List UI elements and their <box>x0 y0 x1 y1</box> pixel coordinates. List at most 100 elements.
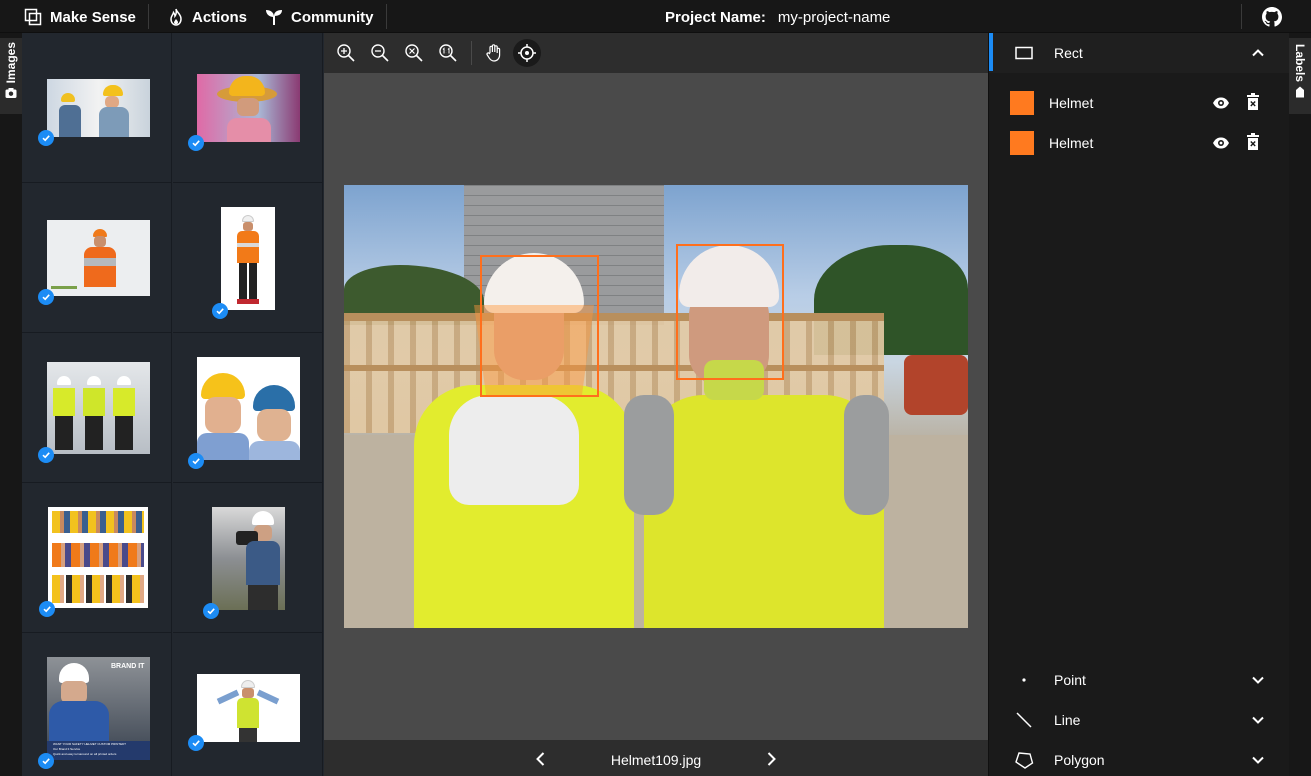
image-navigation-bar: Helmet109.jpg <box>324 740 988 776</box>
topbar-divider <box>386 4 387 29</box>
line-section-label: Line <box>1054 712 1081 728</box>
actions-menu-button[interactable]: Actions <box>168 6 247 28</box>
thumbnail-image <box>47 362 150 454</box>
polygon-section-header[interactable]: Polygon <box>989 740 1290 776</box>
zoom-in-button[interactable] <box>332 39 360 67</box>
zoom-actual-size-button[interactable] <box>434 39 462 67</box>
crosshair-tool-button[interactable] <box>513 39 541 67</box>
thumbnail-image <box>221 207 275 310</box>
zoom-fit-icon <box>405 44 423 62</box>
label-color-swatch[interactable] <box>1010 91 1034 115</box>
chevron-down-icon[interactable] <box>1251 713 1265 727</box>
toolbar-divider <box>471 41 472 65</box>
chevron-down-icon[interactable] <box>1251 673 1265 687</box>
annotation-bounding-box[interactable] <box>676 244 784 380</box>
chevron-up-icon[interactable] <box>1251 46 1265 60</box>
gallery-image-item[interactable] <box>22 333 172 483</box>
zoom-out-button[interactable] <box>366 39 394 67</box>
poster-text-line: Quick and easy turnaround on all printed… <box>53 752 117 756</box>
community-menu-button[interactable]: Community <box>265 6 374 28</box>
line-section-header[interactable]: Line <box>989 700 1290 740</box>
checked-status-icon <box>38 447 54 463</box>
sprout-icon <box>266 10 282 25</box>
label-item[interactable]: Helmet <box>989 85 1290 121</box>
editor-toolbar <box>324 33 988 73</box>
hand-icon <box>486 44 501 62</box>
top-navigation-bar: Make Sense Actions Community Project Nam… <box>0 0 1311 33</box>
topbar-divider <box>148 4 149 29</box>
polygon-section-label: Polygon <box>1054 752 1105 768</box>
polygon-icon <box>1015 752 1034 769</box>
gallery-image-item[interactable] <box>173 33 323 183</box>
thumbnail-image <box>212 507 285 610</box>
editor-canvas[interactable] <box>324 73 988 740</box>
images-tab[interactable]: Images <box>0 38 22 114</box>
thumbnail-image <box>197 74 300 142</box>
checked-status-icon <box>38 753 54 769</box>
pan-tool-button[interactable] <box>480 39 508 67</box>
gallery-image-item[interactable] <box>173 633 323 776</box>
current-image-filename: Helmet109.jpg <box>610 752 702 768</box>
left-side-tab-strip <box>0 33 22 776</box>
thumbnail-image <box>47 79 150 137</box>
zoom-out-icon <box>371 44 389 62</box>
gallery-image-item[interactable] <box>173 483 323 633</box>
rect-section-header[interactable]: Rect <box>989 33 1290 73</box>
rectangle-icon <box>1015 46 1033 60</box>
gallery-image-item[interactable] <box>22 183 172 333</box>
community-menu-label: Community <box>291 8 374 26</box>
delete-icon[interactable] <box>1246 133 1260 151</box>
labels-tab[interactable]: Labels <box>1289 38 1311 114</box>
point-section-label: Point <box>1054 672 1086 688</box>
make-sense-logo-icon <box>24 8 42 26</box>
right-side-tab-strip <box>1289 33 1311 776</box>
project-name-label: Project Name: <box>665 8 766 26</box>
label-name: Helmet <box>1049 135 1094 151</box>
zoom-one-to-one-icon <box>439 44 457 62</box>
project-name-area: Project Name: my-project-name <box>665 6 890 28</box>
thumbnail-image: BRAND IT WANT YOUR SAFETY HELMET CUSTOM … <box>47 657 150 760</box>
topbar-divider <box>1241 4 1242 29</box>
gallery-image-item[interactable]: BRAND IT WANT YOUR SAFETY HELMET CUSTOM … <box>22 633 172 776</box>
image-gallery: BRAND IT WANT YOUR SAFETY HELMET CUSTOM … <box>22 33 324 776</box>
thumbnail-image <box>47 220 150 296</box>
eye-icon[interactable] <box>1212 135 1230 151</box>
label-name: Helmet <box>1049 95 1094 111</box>
delete-icon[interactable] <box>1246 93 1260 111</box>
gallery-image-item[interactable] <box>22 483 172 633</box>
github-icon[interactable] <box>1262 7 1282 27</box>
annotation-bounding-box[interactable] <box>480 255 599 397</box>
point-section-header[interactable]: Point <box>989 660 1290 700</box>
label-color-swatch[interactable] <box>1010 131 1034 155</box>
checked-status-icon <box>203 603 219 619</box>
thumbnail-image <box>197 357 300 460</box>
labels-tab-label: Labels <box>1293 44 1307 83</box>
thumbnail-image <box>197 674 300 742</box>
checked-status-icon <box>38 130 54 146</box>
line-icon <box>1016 712 1032 728</box>
checked-status-icon <box>188 135 204 151</box>
next-image-icon[interactable] <box>762 750 780 768</box>
poster-title: BRAND IT <box>111 663 145 670</box>
eye-icon[interactable] <box>1212 95 1230 111</box>
labels-panel: Rect Helmet Helmet Point Line Polygon <box>988 33 1290 776</box>
images-tab-label: Images <box>4 42 18 84</box>
zoom-in-icon <box>337 44 355 62</box>
tag-icon <box>1296 86 1304 98</box>
checked-status-icon <box>188 453 204 469</box>
app-brand[interactable]: Make Sense <box>24 6 136 28</box>
camera-icon <box>5 88 17 99</box>
actions-menu-label: Actions <box>192 8 248 26</box>
project-name-value[interactable]: my-project-name <box>778 9 891 26</box>
crosshair-icon <box>518 44 536 62</box>
editor-image[interactable] <box>344 185 968 628</box>
gallery-image-item[interactable] <box>173 183 323 333</box>
gallery-image-item[interactable] <box>22 33 172 183</box>
gallery-image-item[interactable] <box>173 333 323 483</box>
label-item[interactable]: Helmet <box>989 125 1290 161</box>
zoom-fit-button[interactable] <box>400 39 428 67</box>
active-section-indicator <box>989 33 993 71</box>
checked-status-icon <box>212 303 228 319</box>
chevron-down-icon[interactable] <box>1251 753 1265 767</box>
fire-icon <box>170 8 182 26</box>
